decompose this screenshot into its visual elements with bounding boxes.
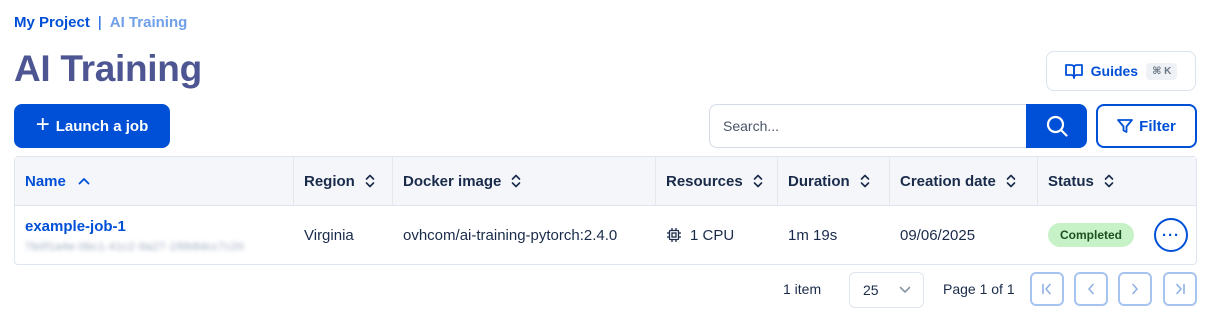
column-header-region[interactable]: Region <box>294 157 393 205</box>
filter-button[interactable]: Filter <box>1096 104 1197 148</box>
more-horizontal-icon: ··· <box>1162 226 1181 244</box>
first-page-button[interactable] <box>1030 272 1064 306</box>
column-label: Region <box>304 172 355 190</box>
region-cell: Virginia <box>304 226 354 244</box>
resources-label: 1 CPU <box>690 226 735 244</box>
sort-ascending-icon <box>78 177 90 185</box>
column-label: Docker image <box>403 172 502 190</box>
column-label: Creation date <box>900 172 996 190</box>
table-header: Name Region Docker image Resources Durat… <box>15 157 1196 206</box>
last-page-button[interactable] <box>1163 272 1197 306</box>
column-label: Resources <box>666 172 743 190</box>
page-size-value: 25 <box>863 282 879 298</box>
job-id: 7b0f1a4e-0bc1-41c2-9a27-1f6b8dcc7c20 <box>25 240 245 253</box>
sort-icon <box>511 174 521 188</box>
last-page-icon <box>1174 283 1186 295</box>
page-label: Page 1 of 1 <box>943 281 1015 297</box>
creation-date-cell: 09/06/2025 <box>900 226 976 244</box>
chevron-left-icon <box>1085 283 1097 295</box>
item-count: 1 item <box>783 281 822 297</box>
jobs-table: Name Region Docker image Resources Durat… <box>14 156 1197 265</box>
launch-job-button[interactable]: + Launch a job <box>14 104 170 148</box>
column-header-docker-image[interactable]: Docker image <box>393 157 656 205</box>
cpu-icon <box>666 227 682 243</box>
sort-icon <box>365 174 375 188</box>
column-label: Status <box>1048 172 1094 190</box>
docker-image-cell: ovhcom/ai-training-pytorch:2.4.0 <box>403 226 618 244</box>
page-size-select[interactable]: 25 <box>849 272 924 308</box>
book-icon <box>1064 63 1083 79</box>
search-button[interactable] <box>1026 104 1087 148</box>
filter-label: Filter <box>1139 117 1176 135</box>
job-name-link[interactable]: example-job-1 <box>25 218 126 235</box>
resources-cell: 1 CPU <box>656 206 778 264</box>
guides-label: Guides <box>1090 63 1139 79</box>
search-icon <box>1046 115 1068 137</box>
plus-icon: + <box>35 111 50 138</box>
column-header-name[interactable]: Name <box>15 157 294 205</box>
status-badge: Completed <box>1048 223 1135 247</box>
keyboard-shortcut-badge: ⌘ K <box>1146 62 1178 80</box>
page-title: AI Training <box>14 48 202 89</box>
column-label: Name <box>25 172 66 190</box>
duration-cell: 1m 19s <box>788 226 838 244</box>
column-header-duration[interactable]: Duration <box>778 157 890 205</box>
chevron-down-icon <box>899 286 911 294</box>
breadcrumb-my-project[interactable]: My Project <box>14 14 90 31</box>
search-input[interactable] <box>709 104 1026 148</box>
job-name-cell: example-job-1 7b0f1a4e-0bc1-41c2-9a27-1f… <box>15 206 294 264</box>
first-page-icon <box>1041 283 1053 295</box>
sort-icon <box>753 174 763 188</box>
launch-job-label: Launch a job <box>55 117 149 135</box>
sort-icon <box>860 174 870 188</box>
status-cell: Completed ··· <box>1038 206 1196 264</box>
column-header-creation-date[interactable]: Creation date <box>890 157 1038 205</box>
breadcrumb-separator: | <box>97 14 102 31</box>
breadcrumb-ai-training[interactable]: AI Training <box>110 14 188 31</box>
row-actions-button[interactable]: ··· <box>1154 218 1189 252</box>
table-row: example-job-1 7b0f1a4e-0bc1-41c2-9a27-1f… <box>15 206 1196 264</box>
previous-page-button[interactable] <box>1074 272 1108 306</box>
pagination: 1 item 25 Page 1 of 1 <box>0 272 1214 308</box>
next-page-button[interactable] <box>1118 272 1152 306</box>
column-header-status[interactable]: Status <box>1038 157 1196 205</box>
guides-button[interactable]: Guides ⌘ K <box>1046 51 1196 91</box>
sort-icon <box>1104 174 1114 188</box>
filter-icon <box>1117 118 1134 134</box>
column-header-resources[interactable]: Resources <box>656 157 778 205</box>
column-label: Duration <box>788 172 850 190</box>
chevron-right-icon <box>1129 283 1141 295</box>
sort-icon <box>1006 174 1016 188</box>
breadcrumb: My Project | AI Training <box>14 14 187 31</box>
search-bar <box>709 104 1087 148</box>
